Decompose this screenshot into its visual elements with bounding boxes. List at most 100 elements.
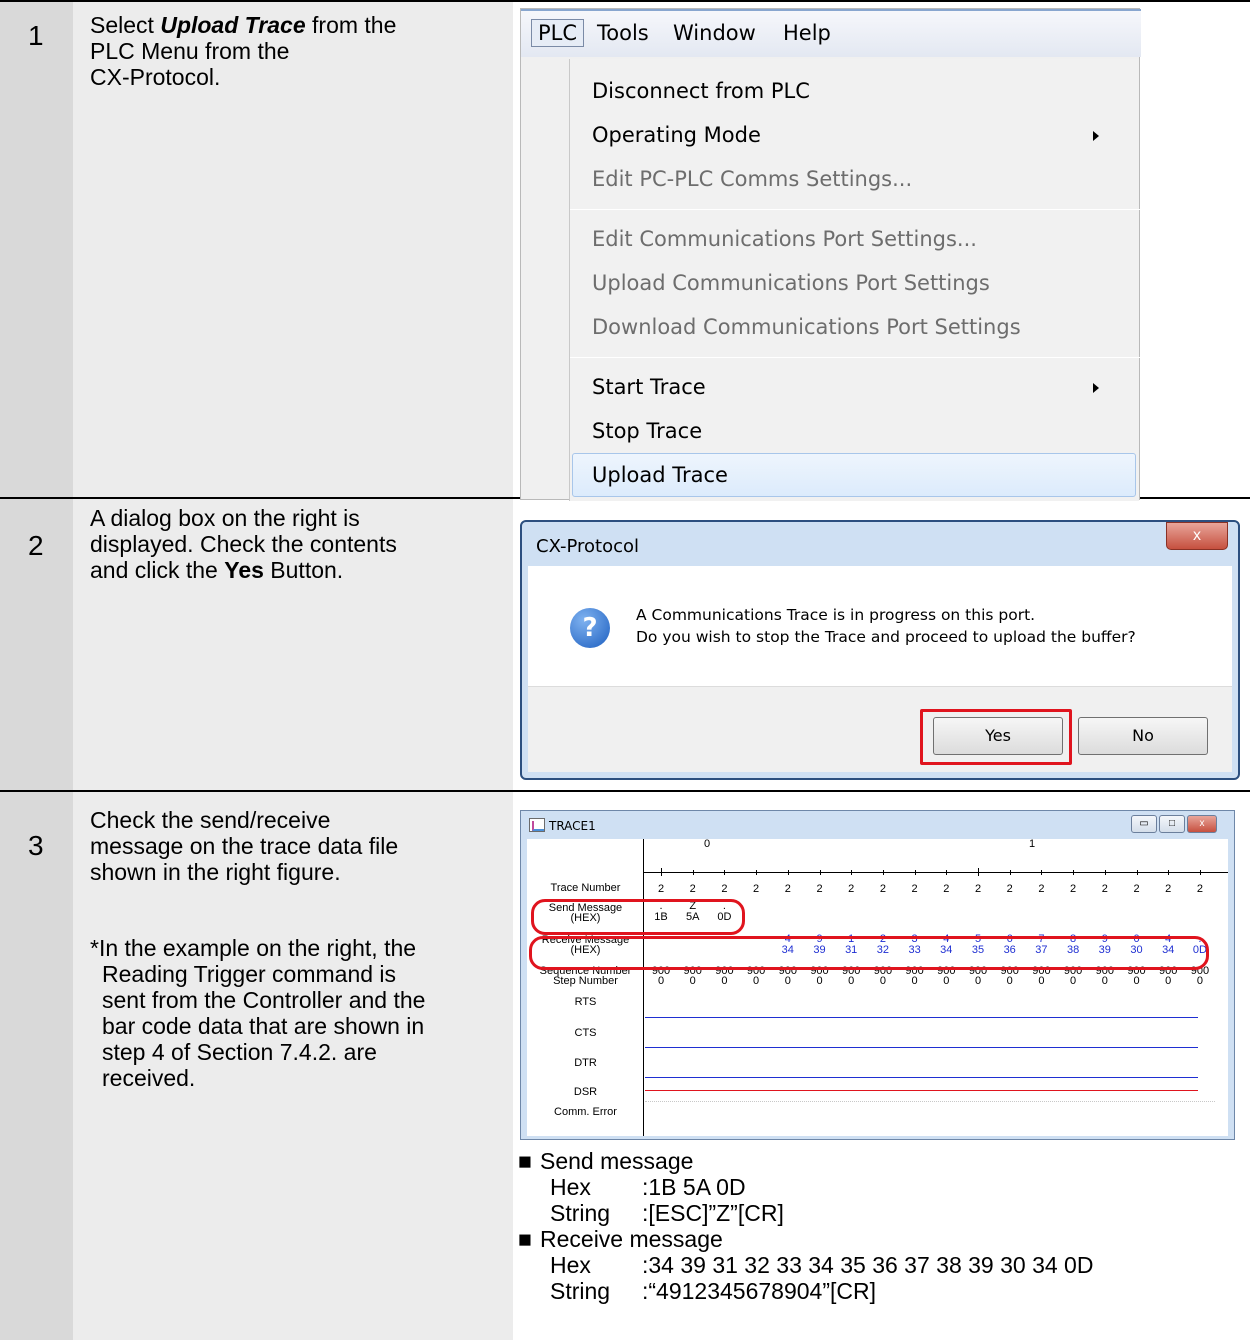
step-line: displayed. Check the contents [90, 531, 397, 557]
receive-message-heading: Receive message [540, 1226, 723, 1252]
step-3-note: *In the example on the right, the Readin… [90, 935, 505, 1091]
trace-window: TRACE1 ▭ □ x Trace Number Send Message (… [520, 810, 1235, 1140]
label-dtr: DTR [574, 1057, 597, 1069]
step-line: and click the Yes Button. [90, 557, 505, 583]
axis-tick [851, 870, 853, 875]
trace-number-cell: 2 [816, 883, 823, 895]
step-line: Check the send/receive [90, 807, 331, 833]
step-number: 2 [28, 530, 44, 561]
note-line: sent from the Controller and the [102, 987, 426, 1013]
step-1-instructions: Select Upload Trace from the PLC Menu fr… [90, 12, 505, 90]
menu-item-edit-port-settings[interactable]: Edit Communications Port Settings... [592, 227, 977, 251]
trace-number-cell: 2 [1070, 883, 1077, 895]
axis-tick [692, 870, 694, 875]
step-number-cell: 0 [848, 975, 855, 987]
yes-highlight-box [920, 709, 1072, 765]
step-number-cell: 0 [879, 975, 886, 987]
send-message-heading: Send message [540, 1148, 694, 1174]
axis-tick [1073, 870, 1075, 875]
trace-number-cell: 2 [848, 883, 855, 895]
label-trace-number: Trace Number [550, 882, 621, 894]
bold-text: Yes [224, 557, 264, 583]
axis-label: 0 [703, 838, 711, 850]
send-hex-key: Hex [550, 1174, 591, 1200]
trace-number-cell: 2 [1196, 883, 1203, 895]
step-number: 1 [28, 20, 44, 51]
step-number-cell: 0 [1070, 975, 1077, 987]
step-number-cell: 0 [1006, 975, 1013, 987]
step-line: Select Upload Trace from the [90, 12, 505, 38]
axis-tick [1009, 870, 1011, 875]
step-number-cell: 0 [657, 975, 665, 987]
menu-tools[interactable]: Tools [597, 21, 649, 45]
note-line: Reading Trigger command is [102, 961, 397, 987]
trace-number-cell: 2 [943, 883, 950, 895]
axis-tick [946, 870, 948, 875]
bullet: ■ [518, 1148, 532, 1174]
label-rts: RTS [574, 996, 597, 1008]
text: and click the [90, 557, 225, 583]
cx-protocol-dialog: CX-Protocol x ? A Communications Trace i… [520, 520, 1240, 780]
no-button[interactable]: No [1078, 717, 1208, 755]
axis-tick [787, 870, 789, 875]
axis-tick [1168, 870, 1170, 875]
step-3-instructions: Check the send/receive message on the tr… [90, 807, 505, 885]
close-icon[interactable]: x [1166, 522, 1228, 550]
note-line: *In the example on the right, the [90, 935, 417, 961]
menu-item-upload-trace[interactable]: Upload Trace [592, 463, 728, 487]
minimize-icon[interactable]: ▭ [1131, 815, 1157, 833]
step-number-column [0, 792, 73, 1340]
axis-tick [724, 870, 726, 875]
row-separator [645, 1101, 1215, 1102]
submenu-arrow-icon [1093, 383, 1099, 393]
axis-tick [756, 870, 758, 875]
trace-number-cell: 2 [657, 883, 665, 895]
question-icon: ? [570, 608, 610, 648]
menu-help[interactable]: Help [783, 21, 831, 45]
plc-dropdown-menu: Disconnect from PLC Operating Mode Edit … [569, 59, 1140, 501]
trace-number-cell: 2 [879, 883, 886, 895]
trace-data-area: Trace Number Send Message (HEX) Receive … [527, 839, 1228, 1136]
menu-item-operating-mode[interactable]: Operating Mode [592, 123, 761, 147]
send-hex-value: :1B 5A 0D [642, 1174, 746, 1200]
receive-hex-key: Hex [550, 1252, 591, 1278]
menu-plc[interactable]: PLC [531, 19, 585, 47]
send-string-key: String [550, 1200, 611, 1226]
menu-item-download-port-settings[interactable]: Download Communications Port Settings [592, 315, 1021, 339]
trace-number-cell: 2 [753, 883, 760, 895]
trace-number-cell: 2 [974, 883, 982, 895]
menu-item-start-trace[interactable]: Start Trace [592, 375, 706, 399]
step-line: CX-Protocol. [90, 64, 221, 90]
receive-message-highlight [529, 936, 1209, 970]
maximize-icon[interactable]: □ [1159, 815, 1185, 833]
axis-tick [1104, 870, 1106, 875]
trace-number-cell: 2 [1101, 883, 1108, 895]
menu-separator [570, 357, 1140, 358]
step-number-cell: 0 [816, 975, 823, 987]
menu-window[interactable]: Window [673, 21, 756, 45]
note-line: bar code data that are shown in [102, 1013, 425, 1039]
dialog-title: CX-Protocol [536, 536, 640, 557]
text: Button. [263, 557, 344, 583]
step-number-cell: 0 [784, 975, 791, 987]
menu-item-edit-comms-settings[interactable]: Edit PC-PLC Comms Settings... [592, 167, 912, 191]
axis-tick [661, 868, 662, 876]
dtr-signal-line [645, 1077, 1198, 1078]
close-icon[interactable]: x [1187, 815, 1217, 833]
axis-tick [1136, 870, 1138, 875]
menu-item-disconnect[interactable]: Disconnect from PLC [592, 79, 810, 103]
note-line: received. [102, 1065, 196, 1091]
text: Select [90, 12, 161, 38]
receive-string-key: String [550, 1278, 611, 1304]
trace-row-labels: Trace Number Send Message (HEX) Receive … [527, 839, 644, 1136]
axis-tick [1041, 870, 1043, 875]
step-number-cell: 0 [721, 975, 728, 987]
trace-number-cell: 2 [1038, 883, 1045, 895]
menu-item-upload-port-settings[interactable]: Upload Communications Port Settings [592, 271, 990, 295]
dialog-message-line: Do you wish to stop the Trace and procee… [636, 628, 1136, 646]
trace-number-cell: 2 [689, 883, 696, 895]
menu-item-stop-trace[interactable]: Stop Trace [592, 419, 702, 443]
step-line: message on the trace data file [90, 833, 399, 859]
label-comm-error: Comm. Error [554, 1106, 617, 1118]
receive-hex-value: :34 39 31 32 33 34 35 36 37 38 39 30 34 … [642, 1252, 1094, 1278]
